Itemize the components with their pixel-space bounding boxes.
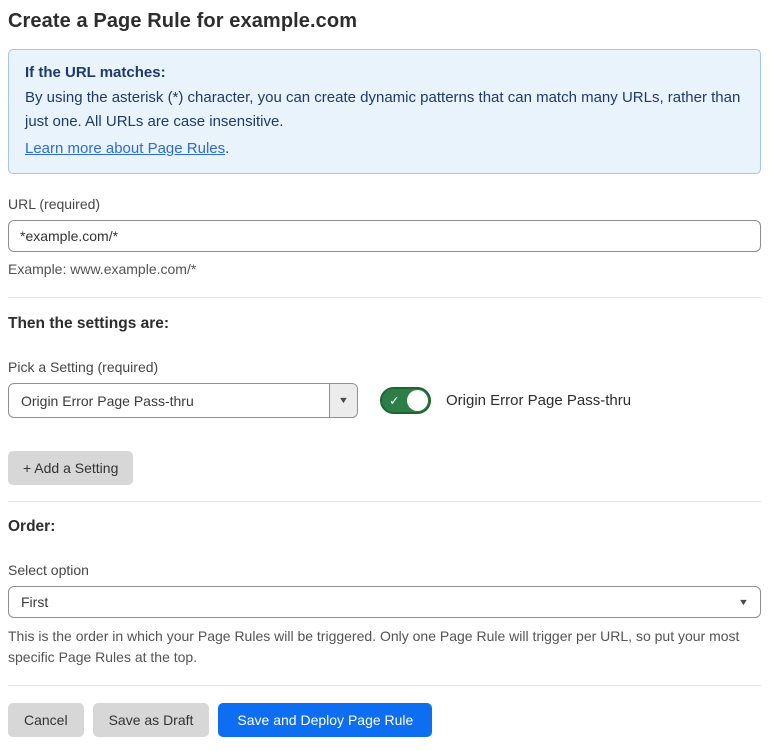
save-draft-button[interactable]: Save as Draft: [92, 703, 210, 737]
divider: [8, 501, 761, 502]
chevron-down-icon: ▼: [337, 395, 350, 405]
divider: [8, 685, 761, 686]
check-icon: ✓: [389, 393, 400, 408]
actions-row: Cancel Save as Draft Save and Deploy Pag…: [8, 703, 761, 737]
learn-more-link[interactable]: Learn more about Page Rules: [25, 140, 225, 157]
url-match-info-box: If the URL matches: By using the asteris…: [8, 49, 761, 174]
url-example-text: Example: www.example.com/*: [8, 261, 197, 277]
setting-toggle-label: Origin Error Page Pass-thru: [446, 392, 632, 409]
toggle-knob: [407, 390, 428, 411]
info-box-body: By using the asterisk (*) character, you…: [25, 89, 741, 130]
setting-enabled-toggle[interactable]: ✓: [380, 387, 431, 414]
url-field: URL (required) Example: www.example.com/…: [8, 196, 761, 280]
settings-section-heading: Then the settings are:: [8, 315, 170, 332]
url-input[interactable]: [8, 220, 761, 252]
order-select-value: First: [21, 594, 49, 610]
setting-row: Origin Error Page Pass-thru ▼ ✓ Origin E…: [8, 383, 761, 418]
chevron-down-icon: ▼: [737, 596, 750, 607]
info-box-heading: If the URL matches:: [25, 64, 166, 81]
save-deploy-button[interactable]: Save and Deploy Page Rule: [218, 703, 433, 737]
order-helper-text: This is the order in which your Page Rul…: [8, 628, 740, 665]
setting-select-value: Origin Error Page Pass-thru: [21, 392, 194, 409]
cancel-button[interactable]: Cancel: [8, 703, 84, 737]
info-link-line: Learn more about Page Rules.: [25, 137, 744, 160]
page-title: Create a Page Rule for example.com: [8, 10, 358, 32]
url-field-label: URL (required): [8, 196, 101, 212]
link-suffix: .: [225, 139, 230, 157]
setting-select[interactable]: Origin Error Page Pass-thru ▼: [8, 383, 358, 418]
order-section-heading: Order:: [8, 518, 56, 535]
create-page-rule-form: Create a Page Rule for example.com If th…: [0, 0, 770, 751]
divider: [8, 297, 761, 298]
order-select-label: Select option: [8, 562, 89, 578]
order-select[interactable]: First ▼: [8, 586, 761, 618]
pick-setting-label: Pick a Setting (required): [8, 359, 159, 375]
setting-select-arrow-button[interactable]: ▼: [329, 384, 357, 417]
add-setting-button[interactable]: + Add a Setting: [8, 451, 134, 485]
